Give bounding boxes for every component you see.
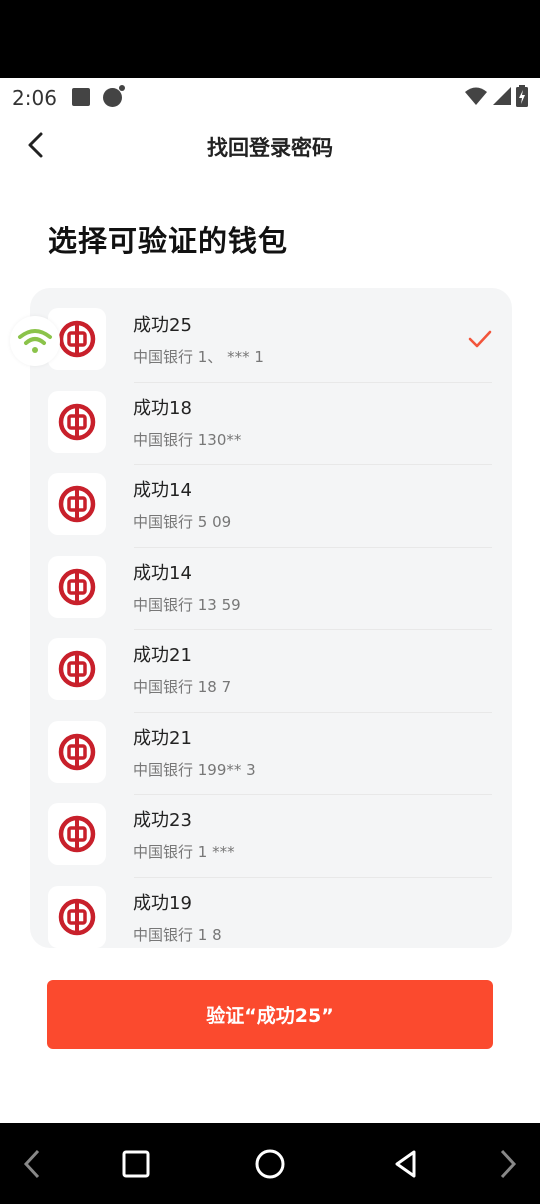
nav-home-button[interactable] [248, 1123, 292, 1204]
wallet-item[interactable]: 成功25 中国银行 1、 *** 1 [30, 300, 512, 383]
floating-wifi-button[interactable] [10, 316, 60, 366]
bank-of-china-logo-icon [58, 403, 96, 440]
signal-icon [493, 87, 511, 105]
wallet-account: 中国银行 18 7 [133, 678, 232, 696]
checkmark-icon [468, 330, 492, 348]
status-bar: 2:06 [0, 78, 540, 116]
bank-logo [48, 390, 106, 453]
wallet-account: 中国银行 199** 3 [133, 760, 256, 779]
chevron-left-icon [23, 1149, 40, 1178]
wallet-item[interactable]: 成功19 中国银行 1 8 [30, 878, 512, 949]
stop-icon [72, 88, 90, 106]
bank-logo [48, 638, 106, 700]
wallet-name: 成功21 [133, 727, 192, 749]
bank-of-china-logo-icon [58, 733, 96, 770]
wallet-account: 中国银行 1 8 [133, 925, 222, 944]
wallet-name: 成功21 [133, 645, 192, 666]
wallet-list-card: 成功25 中国银行 1、 *** 1 成功18 中国银行 130** 成功14 中国银行 … [30, 288, 512, 948]
bank-of-china-logo-icon [58, 568, 96, 605]
status-time: 2:06 [12, 86, 57, 110]
wallet-account: 中国银行 5 09 [133, 513, 232, 531]
circle-icon [255, 1149, 285, 1178]
bank-of-china-logo-icon [58, 650, 96, 688]
wifi-icon [18, 329, 52, 353]
wallet-account: 中国银行 1 *** [133, 843, 235, 861]
triangle-back-icon [395, 1150, 416, 1177]
page-title: 找回登录密码 [207, 136, 333, 160]
wallet-item[interactable]: 成功14 中国银行 13 59 [30, 548, 512, 630]
bank-of-china-logo-icon [58, 485, 96, 523]
wallet-name: 成功14 [133, 562, 192, 584]
chevron-right-icon [500, 1149, 517, 1178]
notification-icon [103, 85, 125, 107]
bank-of-china-logo-icon [58, 898, 96, 935]
wallet-account: 中国银行 130** [133, 430, 242, 449]
bank-logo [48, 803, 106, 865]
wallet-item[interactable]: 成功14 中国银行 5 09 [30, 465, 512, 548]
bank-logo [48, 473, 106, 535]
bank-logo [48, 555, 106, 618]
wallet-item[interactable]: 成功21 中国银行 18 7 [30, 630, 512, 713]
bank-logo [48, 885, 106, 948]
bank-logo [48, 720, 106, 783]
bank-of-china-logo-icon [58, 320, 96, 358]
wallet-account: 中国银行 13 59 [133, 595, 241, 614]
wallet-name: 成功14 [133, 480, 192, 501]
wallet-item[interactable]: 成功23 中国银行 1 *** [30, 795, 512, 878]
square-icon [122, 1150, 150, 1177]
bank-of-china-logo-icon [58, 815, 96, 853]
nav-prev-button[interactable] [14, 1123, 50, 1204]
wallet-name: 成功23 [133, 810, 192, 831]
battery-icon [516, 85, 528, 107]
wallet-list: 成功25 中国银行 1、 *** 1 成功18 中国银行 130** 成功14 中国银行 … [30, 300, 512, 948]
system-nav-bar [0, 1123, 540, 1204]
verify-button[interactable]: 验证“成功25” [47, 980, 493, 1049]
wallet-item[interactable]: 成功21 中国银行 199** 3 [30, 713, 512, 795]
nav-back-button[interactable] [384, 1123, 428, 1204]
wallet-name: 成功19 [133, 892, 192, 914]
status-right-icons [464, 85, 528, 107]
section-title: 选择可验证的钱包 [48, 224, 289, 258]
wifi-status-icon [465, 87, 487, 105]
nav-recents-button[interactable] [114, 1123, 158, 1204]
nav-next-button[interactable] [490, 1123, 526, 1204]
wallet-item[interactable]: 成功18 中国银行 130** [30, 383, 512, 465]
app-screen: 2:06 找回登录密码 选择可验证的钱包 成功25 中国银行 1、 *** 1 成功… [0, 78, 540, 1123]
selected-check [468, 330, 492, 352]
wallet-name: 成功25 [133, 315, 192, 336]
wallet-account: 中国银行 1、 *** 1 [133, 348, 264, 366]
top-black-bar [0, 0, 540, 78]
wallet-name: 成功18 [133, 397, 192, 419]
